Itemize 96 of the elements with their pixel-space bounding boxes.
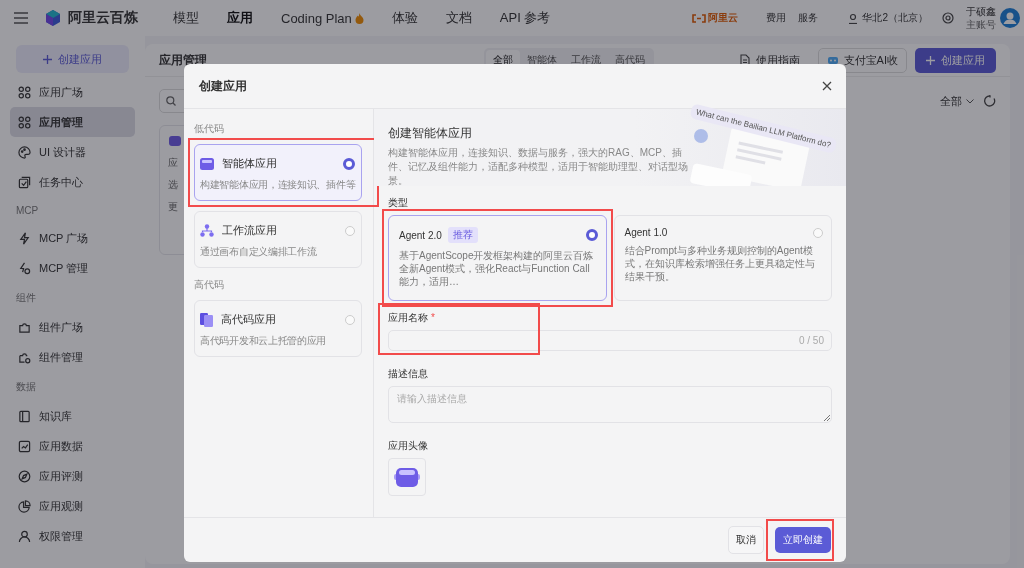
close-icon[interactable] xyxy=(822,81,832,91)
sidebar-item[interactable]: 应用评测 xyxy=(10,461,135,491)
dialog-title: 创建应用 xyxy=(199,77,248,95)
sidebar-item[interactable]: 应用观测 xyxy=(10,491,135,521)
chart-icon xyxy=(18,439,31,453)
sidebar-item[interactable]: 应用广场 xyxy=(10,77,135,107)
grid-icon xyxy=(18,115,31,129)
robot-avatar-icon xyxy=(394,466,420,488)
sidebar-item[interactable]: 组件广场 xyxy=(10,312,135,342)
sidebar-item[interactable]: 应用管理 xyxy=(10,107,135,137)
card-text: 应 xyxy=(168,156,178,170)
category-heading: 低代码 xyxy=(194,122,225,136)
radio-button[interactable] xyxy=(343,157,355,170)
pie-chart-icon xyxy=(18,499,31,513)
option-description: 高代码开发和云上托管的应用 xyxy=(200,334,327,348)
scope-select[interactable]: 全部 xyxy=(940,93,962,109)
field-label: 描述信息 xyxy=(388,367,429,381)
category-heading: 高代码 xyxy=(194,278,225,292)
sidebar-item[interactable]: 知识库 xyxy=(10,401,135,431)
user-icon xyxy=(18,529,31,543)
refresh-icon[interactable] xyxy=(984,95,996,107)
nav-tab[interactable]: 应用 xyxy=(213,9,267,27)
avatar-icon[interactable] xyxy=(1000,8,1020,28)
palette-icon xyxy=(18,145,31,159)
resize-handle-icon[interactable] xyxy=(824,415,830,421)
book-icon xyxy=(18,409,31,423)
field-label: 类型 xyxy=(388,196,409,210)
task-icon xyxy=(18,175,31,189)
lightning-icon xyxy=(18,231,31,245)
nav-tab[interactable]: 模型 xyxy=(159,9,213,27)
agent-type-description: 基于AgentScope开发框架构建的阿里云百炼全新Agent模式，强化React与Function Call能力，适用… xyxy=(399,249,595,288)
app-type-option[interactable]: 工作流应用 通过画布自定义编排工作流 xyxy=(194,211,362,268)
sidebar-item[interactable]: UI 设计器 xyxy=(10,137,135,167)
grid-icon xyxy=(18,85,31,99)
field-label: 应用名称 xyxy=(388,312,428,323)
brand-name: 阿里云百炼 xyxy=(68,9,138,27)
option-title: 高代码应用 xyxy=(221,312,277,327)
document-icon xyxy=(739,54,750,66)
nav-tab[interactable]: API 参考 xyxy=(485,9,565,27)
documents-icon xyxy=(200,312,213,327)
option-title: 工作流应用 xyxy=(222,223,278,238)
sidebar-item[interactable]: 权限管理 xyxy=(10,521,135,551)
app-avatar-icon xyxy=(168,134,182,148)
app-type-option[interactable]: 智能体应用 构建智能体应用，连接知识、插件等 xyxy=(194,144,362,201)
agent-type-description: 结合Prompt与多种业务规则控制的Agent模式，在知识库检索增强任务上更具稳定性与结果干预。 xyxy=(624,244,816,283)
nav-tab[interactable]: 体验 xyxy=(377,9,432,27)
sidebar-item[interactable]: 组件管理 xyxy=(10,342,135,372)
card-text: 更 xyxy=(168,200,178,214)
create-app-button[interactable]: 创建应用 xyxy=(915,47,996,73)
top-link[interactable]: 服务 xyxy=(798,11,819,25)
location-icon xyxy=(848,12,859,24)
compass-icon xyxy=(18,469,31,483)
agent-box-icon xyxy=(200,157,214,170)
bracket-logo-icon xyxy=(692,13,707,23)
create-now-button[interactable]: 立即创建 xyxy=(775,527,831,553)
agent-type-name: Agent 1.0 xyxy=(624,227,668,238)
agent-type-card[interactable]: Agent 1.0 结合Prompt与多种业务规则控制的Agent模式，在知识库检索增强任务上更具稳定性与结果干预。 xyxy=(613,215,832,301)
plus-icon xyxy=(43,54,52,64)
chevron-down-icon xyxy=(966,98,974,104)
search-icon xyxy=(166,96,176,106)
required-mark: * xyxy=(431,312,435,323)
agent-type-card[interactable]: Agent 2.0 推荐 基于AgentScope开发框架构建的阿里云百炼全新Agent模式，强化React与Function Call能力，适用… xyxy=(388,215,607,301)
recommended-badge: 推荐 xyxy=(447,227,478,243)
user-role: 主账号 xyxy=(966,18,996,31)
logo-icon xyxy=(44,9,62,27)
radio-button[interactable] xyxy=(585,229,598,241)
sidebar-item[interactable]: MCP 管理 xyxy=(10,253,135,283)
user-name: 于硕鑫 xyxy=(966,5,996,18)
section-heading: 组件 xyxy=(15,291,37,305)
field-label: 应用头像 xyxy=(388,439,429,453)
cloud-logo-text: 阿里云 xyxy=(708,11,739,25)
avatar-picker[interactable] xyxy=(388,458,426,496)
app-type-option[interactable]: 高代码应用 高代码开发和云上托管的应用 xyxy=(194,300,362,357)
banner-description: 构建智能体应用，连接知识、数据与服务，强大的RAG、MCP、插件、记忆及组件能力，适配多种模型，适用于智能助理型、对话型场景。 xyxy=(388,146,688,188)
banner-title: 创建智能体应用 xyxy=(388,125,472,142)
agent-type-name: Agent 2.0 xyxy=(399,229,442,241)
sidebar-item[interactable]: 应用数据 xyxy=(10,431,135,461)
flame-icon xyxy=(354,12,364,24)
option-description: 构建智能体应用，连接知识、插件等 xyxy=(200,178,356,192)
nav-tab[interactable]: 文档 xyxy=(431,9,486,27)
sidebar-item[interactable]: MCP 广场 xyxy=(10,223,135,253)
section-heading: MCP xyxy=(15,204,40,218)
top-link[interactable]: 费用 xyxy=(766,11,787,25)
nav-tab[interactable]: Coding Plan xyxy=(267,9,378,27)
cancel-button[interactable]: 取消 xyxy=(728,526,764,554)
section-heading: 数据 xyxy=(15,380,37,394)
character-counter: 0 / 50 xyxy=(798,335,824,346)
region-selector[interactable]: 华北2（北京） xyxy=(862,11,928,25)
flow-nodes-icon xyxy=(200,224,214,237)
plus-icon xyxy=(926,55,935,65)
create-app-button[interactable]: 创建应用 xyxy=(16,45,129,73)
card-text: 选 xyxy=(168,178,178,192)
sidebar-item[interactable]: 任务中心 xyxy=(10,167,135,197)
option-description: 通过画布自定义编排工作流 xyxy=(200,245,317,259)
menu-icon[interactable] xyxy=(14,12,28,24)
option-title: 智能体应用 xyxy=(222,156,278,171)
